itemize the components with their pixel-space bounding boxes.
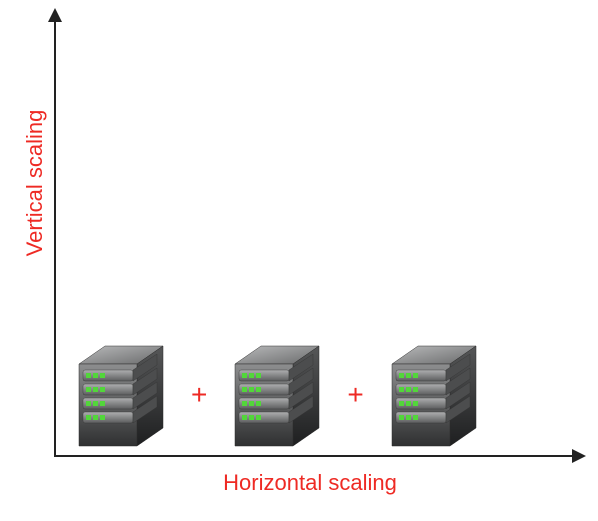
- x-axis: [54, 455, 584, 457]
- x-axis-label: Horizontal scaling: [200, 470, 420, 496]
- y-axis: [54, 10, 56, 455]
- servers-row: +: [75, 340, 480, 450]
- server-svg: [388, 340, 480, 450]
- plus-operator: +: [185, 379, 213, 411]
- server-svg: [75, 340, 167, 450]
- y-axis-label: Vertical scaling: [22, 98, 48, 268]
- server-svg: [231, 340, 323, 450]
- server-icon: [231, 340, 323, 450]
- server-icon: [75, 340, 167, 450]
- plus-operator: +: [341, 379, 369, 411]
- server-icon: [388, 340, 480, 450]
